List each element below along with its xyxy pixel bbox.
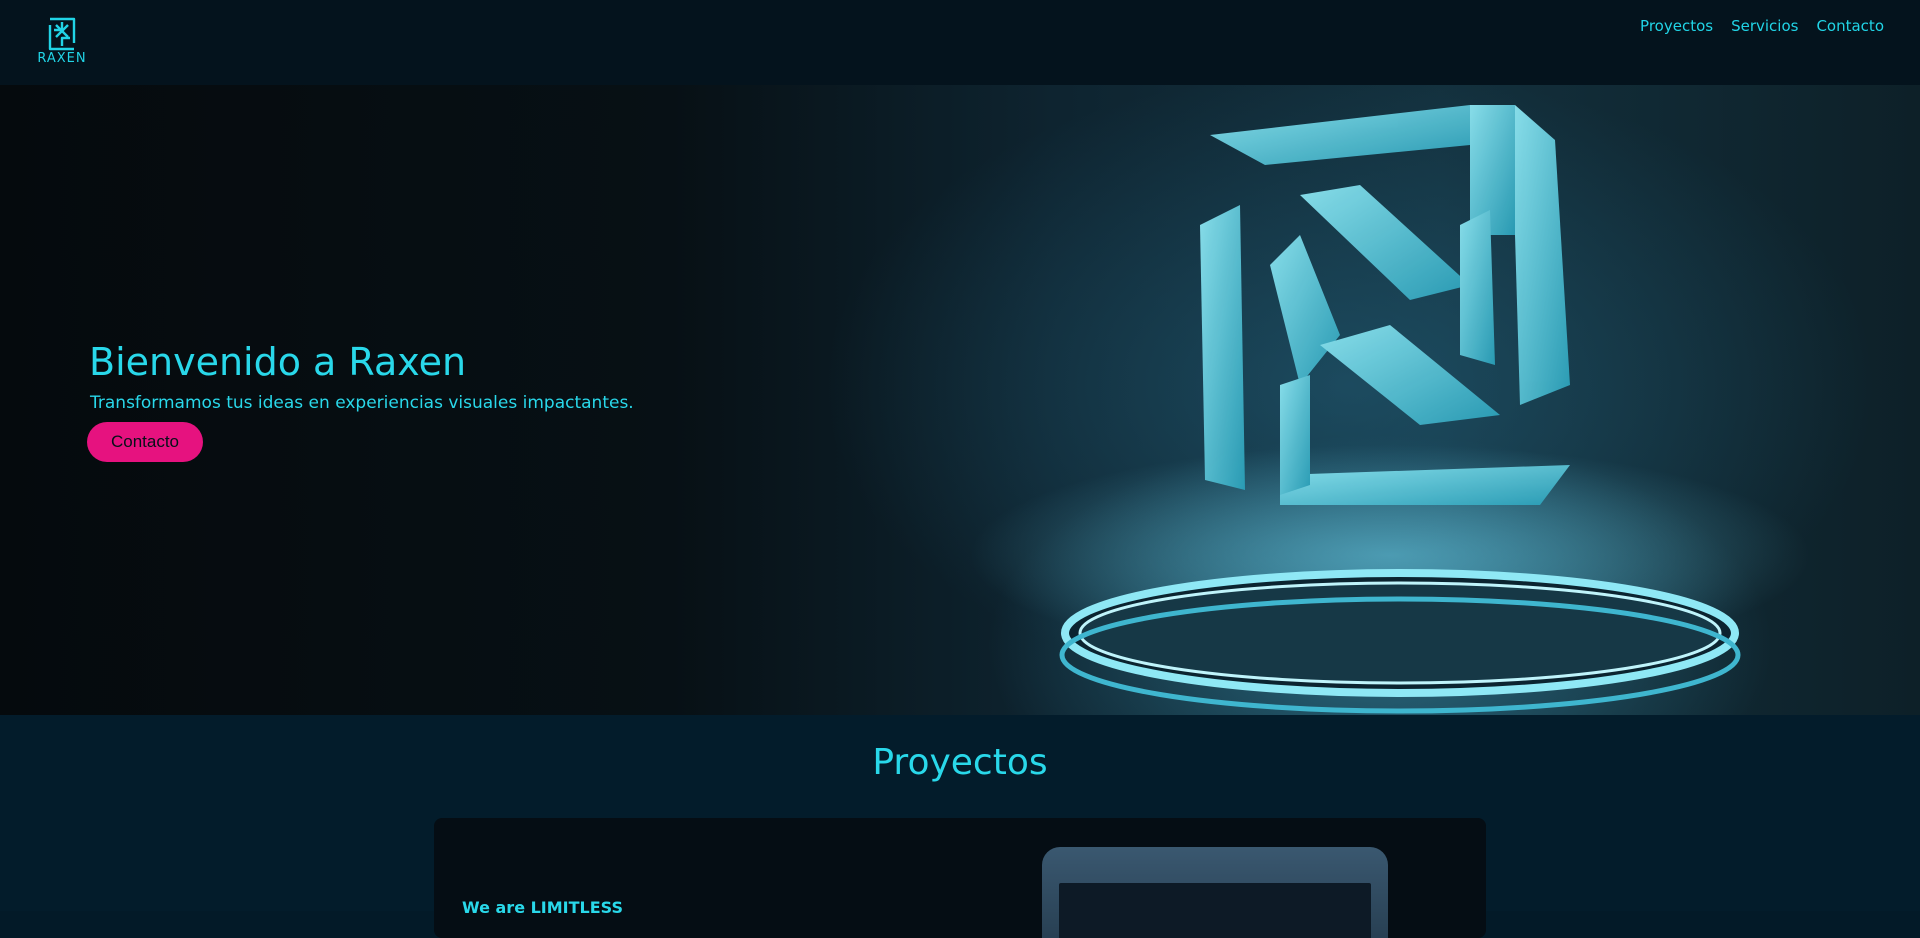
project-card-title: We are LIMITLESS [462, 898, 623, 917]
hero-section: Bienvenido a Raxen Transformamos tus ide… [0, 85, 1920, 715]
projects-title: Proyectos [872, 742, 1048, 783]
app-preview-image [1042, 847, 1388, 938]
main-nav: Proyectos Servicios Contacto [1640, 17, 1884, 35]
contact-button[interactable]: Contacto [87, 422, 203, 462]
raxen-logo[interactable]: RAXEN [34, 16, 90, 66]
nav-link-contacto[interactable]: Contacto [1816, 17, 1884, 35]
hero-subtitle: Transformamos tus ideas en experiencias … [90, 393, 634, 413]
hero-title: Bienvenido a Raxen [89, 340, 467, 384]
projects-section: Proyectos We are LIMITLESS [0, 715, 1920, 938]
project-card[interactable]: We are LIMITLESS [434, 818, 1486, 938]
raxen-logo-icon [48, 17, 76, 51]
nav-link-proyectos[interactable]: Proyectos [1640, 17, 1713, 35]
nav-link-servicios[interactable]: Servicios [1731, 17, 1798, 35]
brand-wordmark: RAXEN [37, 51, 87, 66]
site-header: RAXEN Proyectos Servicios Contacto [0, 0, 1920, 85]
